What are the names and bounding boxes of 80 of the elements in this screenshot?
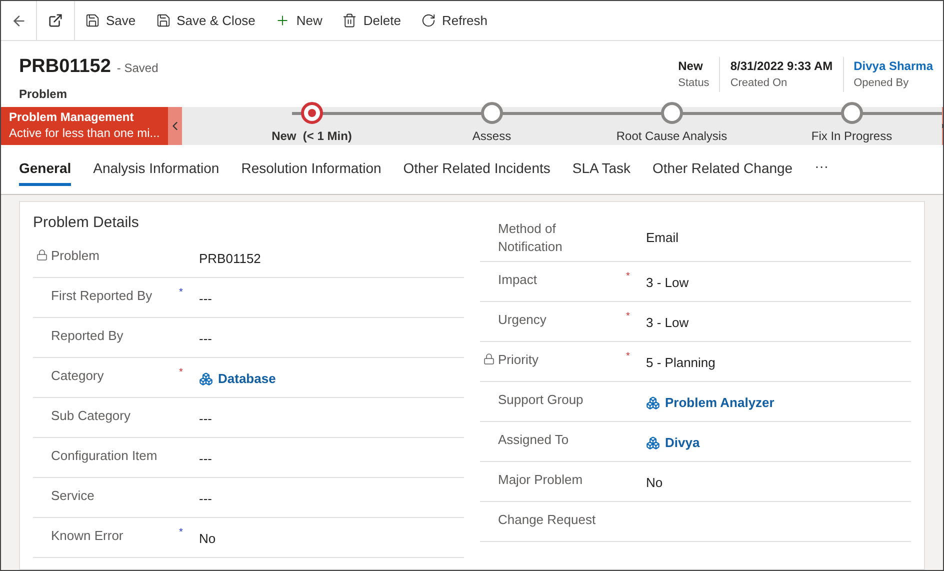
field-value: 3 - Low: [646, 314, 689, 332]
required-mark: *: [626, 351, 630, 362]
open-new-window-icon: [48, 13, 63, 28]
toolbar-button[interactable]: Save & Close: [146, 4, 266, 36]
required-mark: *: [179, 287, 183, 298]
stage-label[interactable]: Root Cause Analysis: [616, 127, 728, 145]
field-value: ---: [199, 490, 212, 508]
header-label: Created On: [730, 76, 788, 91]
field-value: 3 - Low: [646, 274, 689, 292]
field-value: Email: [646, 229, 679, 247]
refresh-icon: [421, 13, 436, 28]
previous-stage-button[interactable]: [168, 107, 182, 145]
more-tabs-button[interactable]: ···: [814, 156, 829, 177]
field-label: Configuration Item: [51, 447, 158, 465]
required-mark: *: [626, 271, 630, 282]
header-link[interactable]: Divya Sharma: [854, 57, 933, 75]
toolbar-button[interactable]: New: [265, 4, 332, 36]
field-label: Service: [51, 487, 96, 505]
field-label: Category: [51, 367, 105, 385]
form-tab[interactable]: SLA Task: [572, 154, 630, 186]
field-label: Known Error: [51, 527, 124, 545]
plus-icon: [275, 13, 290, 28]
stage-marker[interactable]: [660, 102, 683, 124]
stage-label[interactable]: Fix In Progress: [811, 127, 892, 145]
entity-name: Problem: [19, 86, 68, 100]
field-value: No: [646, 474, 663, 492]
header-value: New: [678, 58, 704, 75]
process-flag[interactable]: Problem Management Active for less than one mi...: [1, 107, 168, 145]
form-tab[interactable]: Other Related Incidents: [403, 154, 550, 186]
stage-label[interactable]: New (< 1 Min): [272, 127, 352, 145]
field-value: ---: [199, 450, 212, 468]
field-label: Urgency: [498, 311, 548, 329]
toolbar-button[interactable]: Save: [75, 4, 146, 36]
stage-marker[interactable]: [840, 102, 863, 124]
save-icon: [85, 13, 100, 28]
field-label: Priority: [498, 351, 540, 369]
trash-icon: [342, 13, 358, 28]
process-duration: Active for less than one mi...: [9, 125, 160, 141]
required-mark: *: [179, 527, 183, 538]
field-label: Problem: [51, 247, 100, 265]
lookup-link[interactable]: Divya: [665, 433, 700, 452]
field-label: Change Request: [498, 511, 597, 529]
field-label: Assigned To: [498, 431, 570, 449]
section-title: Problem Details: [33, 214, 139, 231]
form-tab[interactable]: General: [19, 154, 72, 186]
record-icon: [646, 436, 660, 450]
save-close-icon: [156, 13, 171, 28]
header-value: 8/31/2022 9:33 AM: [730, 58, 833, 75]
save-status: - Saved: [116, 60, 158, 77]
required-mark: *: [626, 311, 630, 322]
field-value: ---: [199, 410, 212, 428]
record-icon: [199, 372, 213, 386]
field-label: First Reported By: [51, 287, 154, 305]
form-tab[interactable]: Analysis Information: [93, 154, 220, 186]
field-label: Reported By: [51, 327, 124, 345]
lookup-link[interactable]: Problem Analyzer: [665, 393, 774, 412]
field-label: Major Problem: [498, 471, 584, 489]
field-label: Support Group: [498, 391, 584, 409]
form-tab[interactable]: Resolution Information: [241, 154, 382, 186]
toolbar-button[interactable]: Refresh: [411, 4, 498, 36]
field-value: No: [199, 530, 216, 548]
lookup-link[interactable]: Database: [218, 369, 276, 388]
field-value: ---: [199, 330, 212, 348]
record-icon: [646, 396, 660, 410]
required-mark: *: [179, 367, 183, 378]
field-value: ---: [199, 290, 212, 308]
stage-label[interactable]: Assess: [472, 127, 512, 145]
header-label: Opened By: [854, 76, 910, 91]
form-tab[interactable]: Other Related Change: [652, 154, 793, 186]
stage-marker[interactable]: [300, 102, 323, 124]
field-label: Impact: [498, 271, 538, 289]
header-label: Status: [678, 76, 710, 91]
stage-marker[interactable]: [480, 102, 503, 124]
field-value: 5 - Planning: [646, 354, 716, 372]
field-label: Sub Category: [51, 407, 132, 425]
field-label: Method of Notification: [498, 220, 564, 256]
process-name: Problem Management: [9, 110, 135, 125]
field-value: PRB01152: [199, 250, 261, 268]
toolbar-button[interactable]: Delete: [332, 4, 411, 36]
record-title: PRB01152: [19, 55, 111, 79]
